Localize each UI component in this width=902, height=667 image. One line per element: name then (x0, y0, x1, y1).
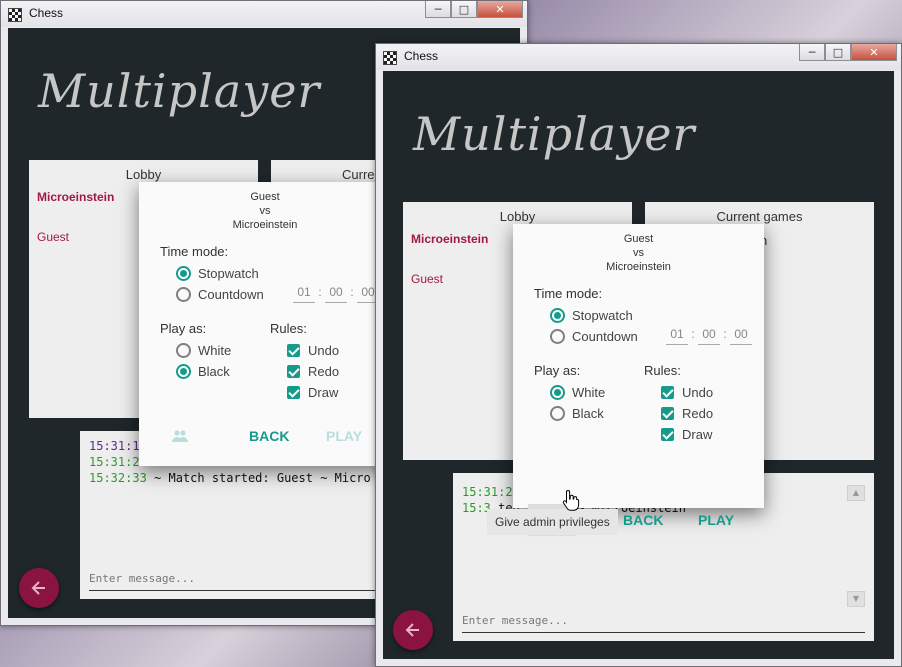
chat-input[interactable]: Enter message... (462, 614, 865, 633)
dialog-header: Guest vs Microeinstein (232, 191, 298, 231)
chess-window-front[interactable]: Chess ─ □ ✕ Multiplayer Lobby Microeinst… (375, 43, 902, 667)
dialog-header: Guest vs Microeinstein (606, 233, 671, 273)
window-title: Chess (29, 6, 64, 20)
time-field[interactable]: 01: 00: 00 (666, 327, 752, 345)
back-button[interactable]: BACK (249, 428, 289, 444)
scroll-down-icon[interactable]: ▼ (847, 591, 865, 607)
time-mode-label: Time mode: (534, 286, 603, 301)
lobby-user[interactable]: Guest (37, 230, 69, 244)
lobby-title: Lobby (125, 167, 162, 182)
admin-tooltip: Give admin privileges (487, 509, 618, 535)
lobby-user[interactable]: Guest (411, 272, 443, 286)
chess-icon (8, 8, 22, 22)
white-radio[interactable]: White (176, 343, 231, 358)
undo-checkbox[interactable]: Undo (287, 343, 339, 358)
title-bar[interactable]: Chess ─ □ ✕ (376, 44, 901, 70)
maximize-icon[interactable]: □ (451, 1, 477, 18)
white-radio[interactable]: White (550, 385, 605, 400)
close-icon[interactable]: ✕ (851, 44, 897, 61)
admin-group-icon (172, 430, 188, 442)
black-radio[interactable]: Black (550, 406, 604, 421)
window-title: Chess (404, 49, 439, 63)
back-button[interactable]: BACK (623, 512, 663, 528)
stopwatch-radio[interactable]: Stopwatch (550, 308, 633, 323)
close-icon[interactable]: ✕ (477, 1, 523, 18)
back-arrow-button[interactable] (19, 568, 59, 608)
play-button[interactable]: PLAY (698, 512, 734, 528)
page-title: Multiplayer (38, 64, 321, 118)
back-arrow-icon (31, 581, 45, 595)
countdown-radio[interactable]: Countdown (176, 287, 264, 302)
admin-privileges-button[interactable] (156, 420, 204, 452)
rules-label: Rules: (644, 363, 681, 378)
play-as-label: Play as: (160, 321, 207, 336)
minimize-icon[interactable]: ─ (425, 1, 451, 18)
time-field[interactable]: 01: 00: 00 (293, 285, 379, 303)
draw-checkbox[interactable]: Draw (661, 427, 712, 442)
redo-checkbox[interactable]: Redo (287, 364, 339, 379)
play-as-label: Play as: (534, 363, 581, 378)
minimize-icon[interactable]: ─ (799, 44, 825, 61)
draw-checkbox[interactable]: Draw (287, 385, 338, 400)
current-games-title: Current games (716, 209, 803, 224)
stopwatch-radio[interactable]: Stopwatch (176, 266, 259, 281)
countdown-radio[interactable]: Countdown (550, 329, 638, 344)
lobby-user[interactable]: Microeinstein (37, 190, 114, 204)
chat-line: 15:31:1 (89, 439, 140, 453)
chess-icon (383, 51, 397, 65)
black-radio[interactable]: Black (176, 364, 230, 379)
scroll-up-icon[interactable]: ▲ (847, 485, 865, 501)
lobby-title: Lobby (499, 209, 536, 224)
title-bar[interactable]: Chess ─ □ ✕ (1, 1, 527, 27)
back-arrow-icon (405, 623, 419, 637)
redo-checkbox[interactable]: Redo (661, 406, 713, 421)
undo-checkbox[interactable]: Undo (661, 385, 713, 400)
lobby-user[interactable]: Microeinstein (411, 232, 488, 246)
hand-cursor-icon (562, 489, 580, 511)
back-arrow-button[interactable] (393, 610, 433, 650)
match-settings-dialog: Guest vs Microeinstein Time mode: Stopwa… (139, 182, 391, 466)
chat-line: 15:32:33 ~ Match started: Guest ~ Micro (89, 471, 371, 485)
play-button[interactable]: PLAY (326, 428, 362, 444)
maximize-icon[interactable]: □ (825, 44, 851, 61)
chat-line: 15:31:2 (462, 485, 513, 499)
rules-label: Rules: (270, 321, 307, 336)
page-title: Multiplayer (413, 107, 696, 161)
match-settings-dialog: Guest vs Microeinstein Time mode: Stopwa… (513, 224, 764, 536)
time-mode-label: Time mode: (160, 244, 229, 259)
